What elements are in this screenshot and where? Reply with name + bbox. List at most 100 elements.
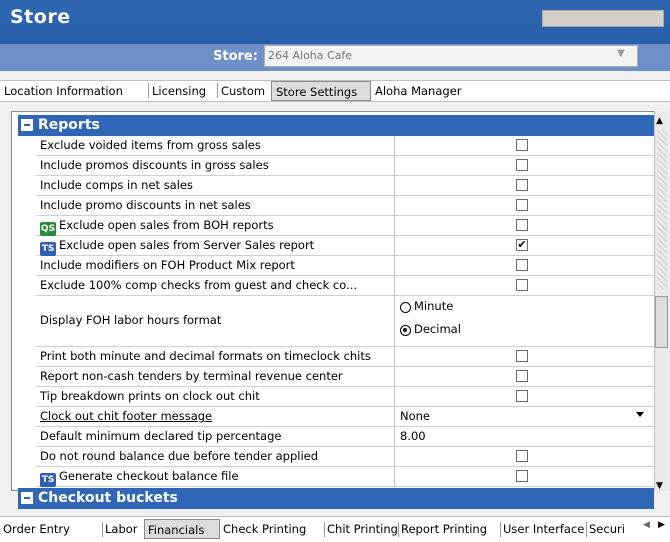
tab-order-entry[interactable]: Order Entry [0, 519, 102, 539]
scroll-up-icon[interactable]: ▲ [656, 116, 663, 126]
setting-checkbox[interactable]: ✔ [516, 239, 528, 251]
setting-label: Exclude voided items from gross sales [40, 138, 261, 152]
footer-message-dropdown[interactable]: None [400, 409, 430, 423]
collapse-icon[interactable] [21, 492, 33, 504]
tab-divider [398, 522, 399, 537]
column-divider [394, 367, 395, 386]
tab-chit-printing[interactable]: Chit Printing [324, 519, 398, 539]
tab-scroll-right-icon[interactable]: ▶ [658, 520, 665, 530]
setting-label: Include modifiers on FOH Product Mix rep… [40, 258, 295, 272]
column-divider [394, 196, 395, 215]
chevron-down-icon[interactable]: ▼ [617, 48, 625, 59]
setting-label: Include promo discounts in net sales [40, 198, 251, 212]
tab-labor[interactable]: Labor [102, 519, 144, 539]
setting-checkbox[interactable] [516, 219, 528, 231]
collapse-icon[interactable] [21, 119, 33, 131]
store-label: Store: [213, 49, 258, 64]
setting-label-text: Exclude open sales from BOH reports [59, 218, 274, 232]
setting-row: Exclude 100% comp checks from guest and … [36, 276, 654, 296]
setting-checkbox[interactable] [516, 179, 528, 191]
column-divider [394, 296, 395, 346]
ts-badge-icon: TS [40, 473, 56, 487]
setting-label-text: Clock out chit footer message [40, 409, 213, 423]
setting-row: Clock out chit footer message None [36, 407, 654, 427]
column-divider [394, 176, 395, 195]
tab-financials[interactable]: Financials [144, 519, 220, 539]
setting-label-text: Exclude 100% comp checks from guest and … [40, 278, 358, 292]
setting-label: Display FOH labor hours format [40, 313, 221, 327]
column-divider [394, 347, 395, 366]
setting-checkbox[interactable] [516, 259, 528, 271]
column-divider [394, 136, 395, 155]
setting-row: Include comps in net sales [36, 176, 654, 196]
setting-label: Clock out chit footer message [40, 409, 212, 423]
setting-label-text: Report non-cash tenders by terminal reve… [40, 369, 343, 383]
column-divider [394, 256, 395, 275]
tab-custom[interactable]: Custom [217, 81, 271, 101]
column-divider [394, 447, 395, 466]
scrollbar-thumb[interactable] [655, 296, 668, 348]
setting-row: Include modifiers on FOH Product Mix rep… [36, 256, 654, 276]
tab-securi[interactable]: Securi [586, 519, 644, 539]
tab-report-printing[interactable]: Report Printing [398, 519, 500, 539]
setting-checkbox[interactable] [516, 390, 528, 402]
setting-row: Include promo discounts in net sales [36, 196, 654, 216]
section-header-reports-label: Reports [38, 117, 100, 133]
setting-checkbox[interactable] [516, 470, 528, 482]
tab-user-interface[interactable]: User Interface [500, 519, 586, 539]
store-dropdown-value: 264 Aloha Cafe [268, 49, 353, 62]
setting-label-text: Include comps in net sales [40, 178, 193, 192]
column-divider [394, 156, 395, 175]
radio-minute[interactable] [400, 302, 411, 313]
setting-label-text: Display FOH labor hours format [40, 313, 222, 327]
setting-row: Tip breakdown prints on clock out chit [36, 387, 654, 407]
tab-aloha-manager[interactable]: Aloha Manager [371, 81, 473, 101]
tab-scroll-left-icon[interactable]: ◀ [643, 520, 650, 530]
column-divider [394, 276, 395, 295]
setting-label: Do not round balance due before tender a… [40, 449, 318, 463]
setting-row: Do not round balance due before tender a… [36, 447, 654, 467]
column-divider [394, 387, 395, 406]
setting-checkbox[interactable] [516, 279, 528, 291]
tab-divider [102, 522, 103, 537]
header-search-box[interactable] [542, 10, 664, 27]
tab-location-information[interactable]: Location Information [0, 81, 148, 101]
setting-checkbox[interactable] [516, 370, 528, 382]
setting-checkbox[interactable] [516, 139, 528, 151]
setting-checkbox[interactable] [516, 159, 528, 171]
setting-label: Print both minute and decimal formats on… [40, 349, 371, 363]
setting-row: Report non-cash tenders by terminal reve… [36, 367, 654, 387]
setting-label: Report non-cash tenders by terminal reve… [40, 369, 343, 383]
section-header-checkout-buckets[interactable]: Checkout buckets [18, 488, 654, 509]
tab-divider [324, 522, 325, 537]
radio-decimal[interactable] [400, 325, 411, 336]
setting-checkbox[interactable] [516, 199, 528, 211]
tab-divider [500, 522, 501, 537]
tab-licensing[interactable]: Licensing [148, 81, 217, 101]
setting-label-text: Tip breakdown prints on clock out chit [40, 389, 260, 403]
tip-percentage-input[interactable]: 8.00 [400, 429, 426, 443]
setting-label-text: Generate checkout balance file [59, 469, 239, 483]
chevron-down-icon[interactable] [636, 412, 644, 417]
scroll-down-icon[interactable]: ▼ [656, 481, 663, 491]
section-header-reports[interactable]: Reports [18, 115, 654, 136]
column-divider [394, 427, 395, 446]
tab-store-settings[interactable]: Store Settings [271, 81, 371, 101]
setting-checkbox[interactable] [516, 350, 528, 362]
setting-label-text: Exclude open sales from Server Sales rep… [59, 238, 315, 252]
scrollbar-track[interactable] [657, 130, 667, 290]
qs-badge-icon: QS [40, 222, 56, 236]
setting-label: Include promos discounts in gross sales [40, 158, 269, 172]
setting-row: QS Exclude open sales from BOH reports [36, 216, 654, 236]
setting-label-text: Exclude voided items from gross sales [40, 138, 261, 152]
setting-label: Include comps in net sales [40, 178, 193, 192]
setting-row: Display FOH labor hours format Minute Deci… [36, 296, 654, 347]
setting-row: Include promos discounts in gross sales [36, 156, 654, 176]
setting-checkbox[interactable] [516, 450, 528, 462]
column-divider [394, 216, 395, 235]
setting-label-text: Include modifiers on FOH Product Mix rep… [40, 258, 295, 272]
tab-check-printing[interactable]: Check Printing [220, 519, 324, 539]
setting-row: Print both minute and decimal formats on… [36, 347, 654, 367]
setting-label-text: Do not round balance due before tender a… [40, 449, 319, 463]
tab-divider [586, 522, 587, 537]
